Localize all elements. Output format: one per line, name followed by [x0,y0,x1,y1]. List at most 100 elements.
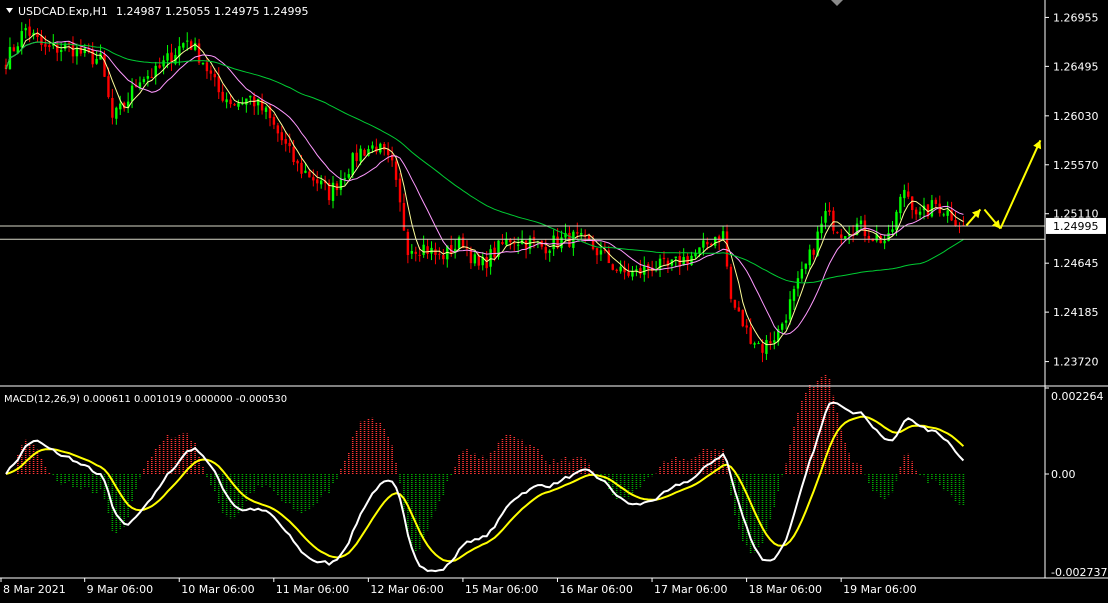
candle-body [103,54,106,77]
candle-body [304,170,307,173]
candle-body [292,146,295,163]
candle-body [418,254,421,256]
candle-body [840,234,843,238]
candle-body [780,323,784,330]
ohlc-readout: 1.24987 1.25055 1.24975 1.24995 [116,5,308,18]
candle-body [221,91,224,101]
candle-body [473,254,477,264]
candle-body [544,247,547,254]
candle-body [320,180,323,185]
candle-body [166,53,169,61]
candle-body [599,250,603,255]
candle-body [111,97,114,118]
candle-body [899,196,902,214]
candle-body [371,145,374,149]
candle-body [859,220,863,225]
time-tick-label: 17 Mar 06:00 [654,583,727,596]
candle-body [398,178,402,203]
candle-body [595,248,599,256]
candle-body [229,99,232,105]
candle-body [347,174,350,178]
symbol-header: USDCAD.Exp,H1 [18,5,108,18]
candle-body [316,179,319,184]
candle[interactable] [611,263,614,271]
candle-body [59,49,63,53]
candle-body [733,299,737,308]
candle-body [639,268,642,275]
candle-body [788,299,792,320]
candle-body [158,65,161,68]
candle-body [706,241,709,245]
price-panel[interactable] [0,2,1045,385]
candle-body [434,249,437,255]
candle-body [44,44,47,47]
candle-body [737,307,741,312]
time-tick-label: 9 Mar 06:00 [87,583,153,596]
candle-body [225,99,228,103]
candle-body [264,107,268,112]
candle-body [946,210,949,216]
candle-body [201,62,205,65]
candle-body [741,310,744,327]
candle-body [308,171,311,178]
candle-body [914,209,918,215]
candle[interactable] [497,240,500,260]
candle-body [757,343,760,345]
candle-body [233,104,236,106]
candle-body [820,223,823,234]
candle-body [942,214,945,216]
candle-body [643,265,646,275]
candle[interactable] [832,207,835,235]
candle-body [442,255,445,260]
candle-body [288,142,291,147]
current-price-label: 1.24995 [1053,220,1099,233]
candle-body [115,107,118,119]
candle-body [379,143,382,153]
candle-body [844,236,847,239]
price-tick-label: 1.26030 [1053,110,1099,123]
candle-body [339,179,343,190]
candle-body [24,28,27,31]
candle-body [272,117,276,125]
candle-body [146,76,150,79]
candle-body [674,256,677,259]
candle-body [784,320,788,323]
candle-body [611,264,614,270]
candle-body [883,240,886,244]
candle-body [394,161,398,180]
candle-body [150,76,153,78]
candle-body [359,148,362,162]
candle-body [284,139,287,144]
chart-canvas[interactable]: 1.269551.264951.260301.255701.251101.246… [0,0,1108,599]
candle-body [792,289,796,301]
candle-body [619,266,622,272]
candle-body [489,249,492,267]
candle[interactable] [729,263,733,303]
candle-body [249,95,252,98]
candle-body [824,210,827,223]
candle-body [406,231,410,256]
price-tick-label: 1.23720 [1053,356,1099,369]
candle-body [887,232,890,242]
candle[interactable] [741,309,744,328]
candle-body [576,232,579,234]
candle-body [714,236,717,246]
candle-body [918,211,922,215]
candle-body [501,242,504,244]
candle-body [930,200,934,217]
trading-chart[interactable]: 1.26955 1.26495 1.26030 1.25570 1.25110 1.246… [0,0,1108,599]
candle-body [729,266,733,299]
candle-body [426,246,429,254]
candle-body [300,162,303,174]
candle-body [276,125,280,134]
candle-body [721,231,725,240]
candle-body [800,268,804,279]
candle-body [383,143,386,150]
price-plot-area[interactable] [0,2,1045,385]
candle-body [95,58,98,64]
candle-body [686,256,689,264]
candle-body [107,76,110,98]
candle-body [836,232,839,234]
candle-body [477,255,480,266]
time-tick-label: 15 Mar 06:00 [465,583,538,596]
